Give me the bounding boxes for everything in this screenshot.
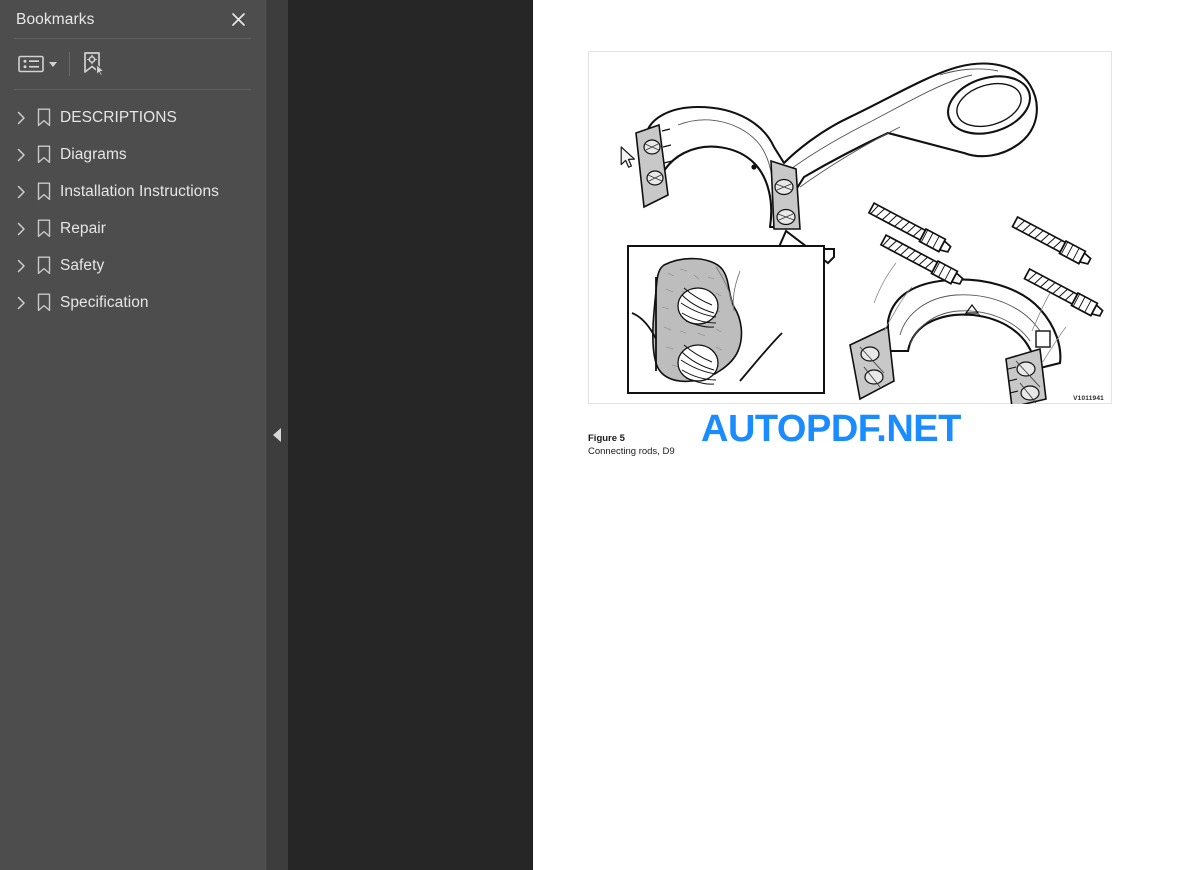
bookmarks-panel-title: Bookmarks xyxy=(16,11,95,29)
collapse-sidebar-button[interactable] xyxy=(265,412,288,458)
figure-caption: Figure 5 Connecting rods, D9 xyxy=(588,432,675,458)
bolt xyxy=(1011,215,1092,265)
bookmarks-sidebar: Bookmarks DESCRIPTIONS Diagrams Installa… xyxy=(0,0,265,870)
document-viewer[interactable]: V1011941 Figure 5 Connecting rods, D9 AU… xyxy=(288,0,1200,870)
bookmark-item-descriptions[interactable]: DESCRIPTIONS xyxy=(0,99,265,136)
bookmark-label: Installation Instructions xyxy=(60,182,219,200)
bookmark-item-safety[interactable]: Safety xyxy=(0,247,265,284)
bookmark-icon xyxy=(32,108,56,127)
bookmark-item-diagrams[interactable]: Diagrams xyxy=(0,136,265,173)
bookmark-icon xyxy=(32,182,56,201)
expand-toggle[interactable] xyxy=(10,148,32,162)
illustration-id: V1011941 xyxy=(1073,395,1104,402)
bookmark-icon xyxy=(32,256,56,275)
sidebar-splitter[interactable] xyxy=(265,0,288,870)
cap-face-right xyxy=(1005,347,1047,404)
close-panel-button[interactable] xyxy=(225,6,251,32)
new-bookmark-icon xyxy=(84,52,105,77)
chevron-right-icon xyxy=(17,296,25,309)
chevron-right-icon xyxy=(17,185,25,198)
bookmark-item-specification[interactable]: Specification xyxy=(0,284,265,321)
figure-description: Connecting rods, D9 xyxy=(588,446,675,457)
connecting-rod-drawing xyxy=(627,62,1104,404)
bearing-face-right xyxy=(770,159,801,230)
chevron-right-icon xyxy=(17,111,25,124)
figure-number: Figure 5 xyxy=(588,433,625,444)
pdf-viewer-window: Bookmarks DESCRIPTIONS Diagrams Installa… xyxy=(0,0,1200,870)
new-bookmark-button[interactable] xyxy=(80,49,108,79)
bookmark-label: Specification xyxy=(60,293,149,311)
bookmarks-header: Bookmarks xyxy=(0,0,265,38)
figure-illustration: V1011941 xyxy=(588,51,1112,404)
bookmark-label: Safety xyxy=(60,256,105,274)
bookmark-options-icon xyxy=(18,55,44,73)
expand-toggle[interactable] xyxy=(10,111,32,125)
bookmark-item-installation-instructions[interactable]: Installation Instructions xyxy=(0,173,265,210)
close-icon xyxy=(231,12,245,26)
expand-toggle[interactable] xyxy=(10,259,32,273)
toolbar-separator xyxy=(69,52,70,76)
expand-toggle[interactable] xyxy=(10,296,32,310)
bookmark-icon xyxy=(32,145,56,164)
expand-toggle[interactable] xyxy=(10,185,32,199)
cap-face-left xyxy=(849,325,895,401)
bookmark-item-repair[interactable]: Repair xyxy=(0,210,265,247)
expand-toggle[interactable] xyxy=(10,222,32,236)
pdf-page: V1011941 Figure 5 Connecting rods, D9 xyxy=(533,0,1200,870)
chevron-down-icon xyxy=(49,61,57,67)
bookmark-label: DESCRIPTIONS xyxy=(60,108,177,126)
bookmark-label: Repair xyxy=(60,219,106,237)
triangle-left-icon xyxy=(272,428,281,442)
bookmark-icon xyxy=(32,219,56,238)
bookmarks-tree: DESCRIPTIONS Diagrams Installation Instr… xyxy=(0,90,265,321)
chevron-right-icon xyxy=(17,222,25,235)
chevron-right-icon xyxy=(17,148,25,161)
bookmark-label: Diagrams xyxy=(60,145,127,163)
bookmark-options-button[interactable] xyxy=(18,49,63,79)
detail-callout-box xyxy=(627,245,825,394)
bookmarks-toolbar xyxy=(0,39,265,89)
bookmark-icon xyxy=(32,293,56,312)
chevron-right-icon xyxy=(17,259,25,272)
